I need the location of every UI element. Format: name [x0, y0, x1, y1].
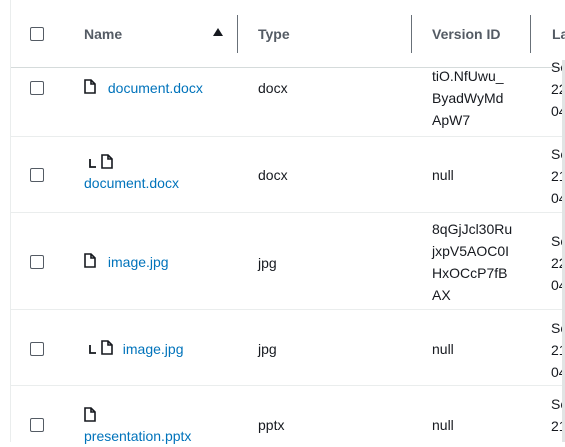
type-cell: jpg [258, 255, 277, 271]
row-checkbox[interactable] [30, 168, 44, 182]
row-checkbox[interactable] [30, 81, 44, 95]
version-id-cell: null [432, 167, 454, 183]
version-id-cell: null [432, 417, 454, 433]
table-row[interactable]: document.docx docx tiO.NfUwu_ ByadWyMd A… [11, 59, 565, 137]
table-header: Name Type Version ID La [11, 0, 565, 68]
column-resize-handle[interactable] [411, 15, 412, 53]
object-name-cell: image.jpg [89, 338, 183, 361]
column-resize-handle[interactable] [530, 15, 531, 53]
version-branch-icon [89, 339, 97, 361]
version-id-line: jxpV5AOC0I [432, 243, 510, 259]
file-icon [101, 339, 113, 361]
column-header-name[interactable]: Name [84, 0, 122, 67]
column-resize-handle[interactable] [237, 15, 238, 53]
object-name-cell: document.docx [84, 77, 203, 100]
version-id-line: AX [432, 287, 451, 303]
table-row[interactable]: document.docx docx null Se 21 04 [11, 136, 565, 213]
version-id-line: HxOCcP7fB [432, 265, 508, 281]
column-header-type-label: Type [258, 25, 290, 42]
object-name-link[interactable]: image.jpg [108, 254, 169, 270]
table-row[interactable]: image.jpg jpg null Se 21 04 [11, 309, 565, 386]
version-id-line: tiO.NfUwu_ [432, 68, 504, 84]
select-all-checkbox[interactable] [30, 27, 44, 41]
version-id-line: ByadWyMd [432, 90, 504, 106]
column-header-version-id-label: Version ID [432, 25, 501, 42]
object-name-link[interactable]: image.jpg [123, 341, 184, 357]
column-header-version-id[interactable]: Version ID [432, 0, 500, 67]
file-icon [84, 78, 96, 100]
object-name-cell: image.jpg [84, 251, 169, 274]
column-header-name-label: Name [84, 25, 123, 42]
version-id-line: 8qGjJcl30Ru [432, 221, 513, 237]
type-cell: jpg [258, 341, 277, 357]
object-name-link[interactable]: document.docx [108, 80, 203, 96]
sort-ascending-icon[interactable] [213, 28, 223, 36]
object-name-cell: document.docx [84, 152, 179, 194]
type-cell: docx [258, 80, 288, 96]
type-cell: docx [258, 167, 288, 183]
type-cell: pptx [258, 417, 285, 433]
file-icon [84, 252, 96, 274]
version-id-line: ApW7 [432, 112, 471, 128]
object-name-link[interactable]: document.docx [84, 175, 179, 191]
row-checkbox[interactable] [30, 342, 44, 356]
column-header-type[interactable]: Type [258, 0, 290, 67]
version-id-cell: tiO.NfUwu_ ByadWyMd ApW7 [432, 65, 504, 131]
row-checkbox[interactable] [30, 255, 44, 269]
table-row[interactable]: image.jpg jpg 8qGjJcl30Ru jxpV5AOC0I HxO… [11, 212, 565, 310]
version-id-cell: 8qGjJcl30Ru jxpV5AOC0I HxOCcP7fB AX [432, 218, 512, 306]
column-header-last-modified-label: La [552, 25, 565, 42]
version-id-cell: null [432, 341, 454, 357]
object-name-cell: presentation.pptx [84, 405, 191, 447]
table-row[interactable]: presentation.pptx pptx null Se 21 [11, 385, 565, 444]
row-checkbox[interactable] [30, 418, 44, 432]
